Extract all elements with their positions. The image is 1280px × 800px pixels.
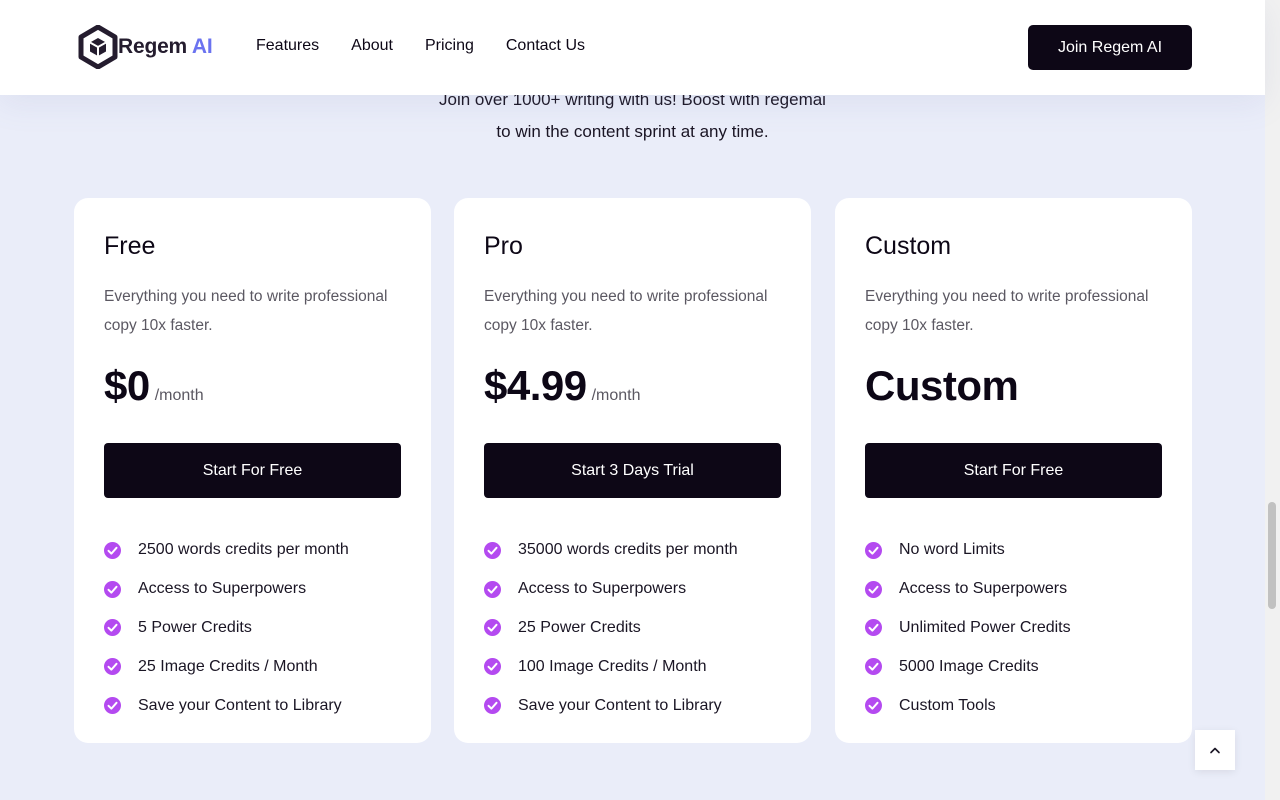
check-circle-icon [865,697,882,715]
pricing-card-pro: Pro Everything you need to write profess… [454,198,811,743]
check-circle-icon [104,580,121,598]
feature-text: Save your Content to Library [518,696,722,714]
plan-description: Everything you need to write professiona… [104,288,388,334]
feature-item: 25 Image Credits / Month [104,647,349,686]
feature-item: 25 Power Credits [484,609,738,648]
logo-name: Regem [118,35,188,58]
check-circle-icon [104,658,121,676]
check-circle-icon [484,658,501,676]
intro-line-2: to win the content sprint at any time. [496,122,769,141]
plan-description: Everything you need to write professiona… [484,288,768,334]
main-nav: Features About Pricing Contact Us [256,37,617,55]
feature-item: 5000 Image Credits [865,647,1071,686]
logo-accent: AI [191,35,213,58]
check-circle-icon [104,541,121,559]
feature-item: Save your Content to Library [484,686,738,725]
feature-text: 2500 words credits per month [138,541,349,559]
nav-about[interactable]: About [351,37,393,55]
logo[interactable]: Regem AI [78,25,213,69]
feature-item: 2500 words credits per month [104,531,349,570]
feature-text: 5 Power Credits [138,618,252,636]
plan-period: /month [591,387,641,404]
price-row: Custom [865,362,1023,410]
check-circle-icon [484,580,501,598]
back-to-top-button[interactable] [1195,730,1235,770]
join-button[interactable]: Join Regem AI [1028,25,1192,70]
plan-price: $0 [104,362,150,409]
nav-pricing[interactable]: Pricing [425,37,474,55]
feature-list: 2500 words credits per month Access to S… [104,531,349,725]
start-for-free-button[interactable]: Start For Free [104,443,401,498]
feature-text: Access to Superpowers [899,580,1068,598]
check-circle-icon [484,697,501,715]
feature-list: 35000 words credits per month Access to … [484,531,738,725]
feature-text: 25 Power Credits [518,618,641,636]
check-circle-icon [484,541,501,559]
feature-text: 25 Image Credits / Month [138,657,318,675]
feature-list: No word Limits Access to Superpowers Unl… [865,531,1071,725]
feature-item: Custom Tools [865,686,1071,725]
nav-features[interactable]: Features [256,37,319,55]
site-header: Regem AI Features About Pricing Contact … [0,0,1265,95]
scrollbar-thumb[interactable] [1268,502,1276,609]
feature-item: Save your Content to Library [104,686,349,725]
hexagon-cube-logo-icon [78,25,118,69]
nav-contact-us[interactable]: Contact Us [506,37,585,55]
feature-item: No word Limits [865,531,1071,570]
feature-text: 100 Image Credits / Month [518,657,707,675]
feature-text: No word Limits [899,541,1005,559]
check-circle-icon [484,619,501,637]
feature-text: Save your Content to Library [138,696,342,714]
feature-text: Custom Tools [899,696,996,714]
start-for-free-button[interactable]: Start For Free [865,443,1162,498]
feature-text: 5000 Image Credits [899,657,1039,675]
check-circle-icon [104,619,121,637]
feature-text: Unlimited Power Credits [899,618,1071,636]
check-circle-icon [865,541,882,559]
check-circle-icon [104,697,121,715]
feature-item: 5 Power Credits [104,609,349,648]
check-circle-icon [865,580,882,598]
start-trial-button[interactable]: Start 3 Days Trial [484,443,781,498]
chevron-up-icon [1210,747,1220,754]
plan-price: $4.99 [484,362,587,409]
plan-description: Everything you need to write professiona… [865,288,1149,334]
pricing-card-free: Free Everything you need to write profes… [74,198,431,743]
feature-item: 100 Image Credits / Month [484,647,738,686]
logo-text: Regem AI [118,35,213,59]
feature-text: Access to Superpowers [518,580,687,598]
pricing-card-custom: Custom Everything you need to write prof… [835,198,1192,743]
plan-name: Custom [865,232,952,260]
feature-text: 35000 words credits per month [518,541,738,559]
feature-item: Access to Superpowers [104,570,349,609]
feature-text: Access to Superpowers [138,580,307,598]
price-row: $0 /month [104,362,204,410]
feature-item: Access to Superpowers [484,570,738,609]
check-circle-icon [865,619,882,637]
plan-name: Free [104,232,156,260]
plan-period: /month [154,387,204,404]
check-circle-icon [865,658,882,676]
plan-price: Custom [865,362,1019,409]
price-row: $4.99 /month [484,362,641,410]
feature-item: Unlimited Power Credits [865,609,1071,648]
plan-name: Pro [484,232,523,260]
feature-item: 35000 words credits per month [484,531,738,570]
scrollbar-track[interactable] [1265,0,1280,800]
feature-item: Access to Superpowers [865,570,1071,609]
